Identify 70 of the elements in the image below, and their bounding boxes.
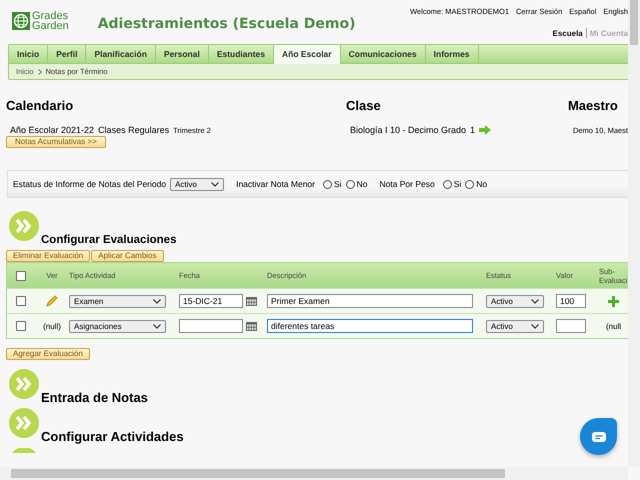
scroll-thumb[interactable] [630,0,638,45]
plus-icon[interactable] [608,296,619,306]
field-label: Inactivar Nota Menor [236,179,315,189]
radio-label: No [356,179,368,189]
chat-icon [592,432,606,442]
caret-icon [531,298,539,304]
chevron-icon [38,68,42,74]
field-label: Nota Por Peso [379,179,435,189]
arrow-right-icon[interactable] [479,125,492,135]
radio-button[interactable] [323,180,332,188]
nav-tab[interactable]: Comunicaciones [340,45,426,63]
nav-tab[interactable]: Personal [156,45,209,63]
account-link[interactable]: Escuela [552,28,583,38]
checkbox[interactable] [16,296,26,306]
section-heading: Clase [346,98,382,115]
section-title: Configurar Evaluaciones [41,234,176,246]
section-heading: Calendario [6,98,74,115]
nav-tab[interactable]: Planificación [86,45,156,63]
radio-button[interactable] [442,180,452,188]
class-name-text: Biología I 10 - Decimo Grado [350,125,466,135]
section-heading: Maestro [568,98,619,115]
cell-text: (null [606,322,622,330]
checkbox[interactable] [16,270,26,280]
radio-button[interactable] [346,180,355,188]
cumulative-grades-button[interactable]: Notas Acumulativas >> [6,136,106,148]
calendar-icon[interactable] [246,296,257,306]
value-field[interactable] [556,319,586,333]
description-field[interactable]: diferentes tareas [267,319,473,333]
date-field[interactable]: 15-DIC-21 [179,294,243,308]
status-select[interactable]: Activo [486,320,544,332]
action-button[interactable]: Aplicar Cambios [91,250,164,262]
vertical-scrollbar[interactable] [628,0,640,467]
scroll-thumb[interactable] [11,469,505,478]
globe-logo-icon [12,12,30,30]
radio-label: No [476,179,488,189]
activity-type-select[interactable]: Examen [69,294,166,308]
description-field[interactable]: Primer Examen [267,294,473,308]
section-title: Configurar Actividades [41,429,184,444]
radio-label: Si [454,179,462,189]
action-button[interactable]: Eliminar Evaluación [6,250,90,262]
radio-button[interactable] [465,180,474,188]
caret-icon [531,324,539,328]
nav-tab[interactable]: Inicio [9,45,48,63]
date-field[interactable] [179,319,243,333]
radio-label: Si [334,179,342,189]
activity-type-select[interactable]: Asignaciones [69,320,166,332]
caret-icon [211,182,220,186]
nav-tab[interactable]: Perfil [48,45,86,63]
chat-button[interactable] [580,418,617,455]
class-number-text: 1 [470,125,476,135]
class-type-text: Clases Regulares [98,125,170,135]
nav-tab[interactable]: Informes [426,45,479,63]
status-select[interactable]: Activo [170,178,224,190]
logo-text: Grades [32,11,69,21]
school-title: Adiestramientos (Escuela Demo) [98,16,356,32]
checkbox[interactable] [16,321,26,331]
add-evaluation-button[interactable]: Agregar Evaluación [6,348,90,360]
logo-text: Garden [32,21,69,31]
pencil-icon[interactable] [46,295,58,307]
section-title: Entrada de Notas [41,390,148,405]
field-label: Estatus de Informe de Notas del Periodo [13,179,166,189]
horizontal-scrollbar[interactable] [0,467,628,480]
caret-icon [153,298,161,304]
school-year-text: Año Escolar 2021-22 [10,125,94,135]
value-field[interactable]: 100 [556,294,586,308]
caret-icon [153,324,161,328]
cell-text: (null) [43,322,61,330]
status-select[interactable]: Activo [486,294,544,308]
calendar-icon[interactable] [246,321,257,331]
nav-tab[interactable]: Año Escolar [274,45,341,64]
